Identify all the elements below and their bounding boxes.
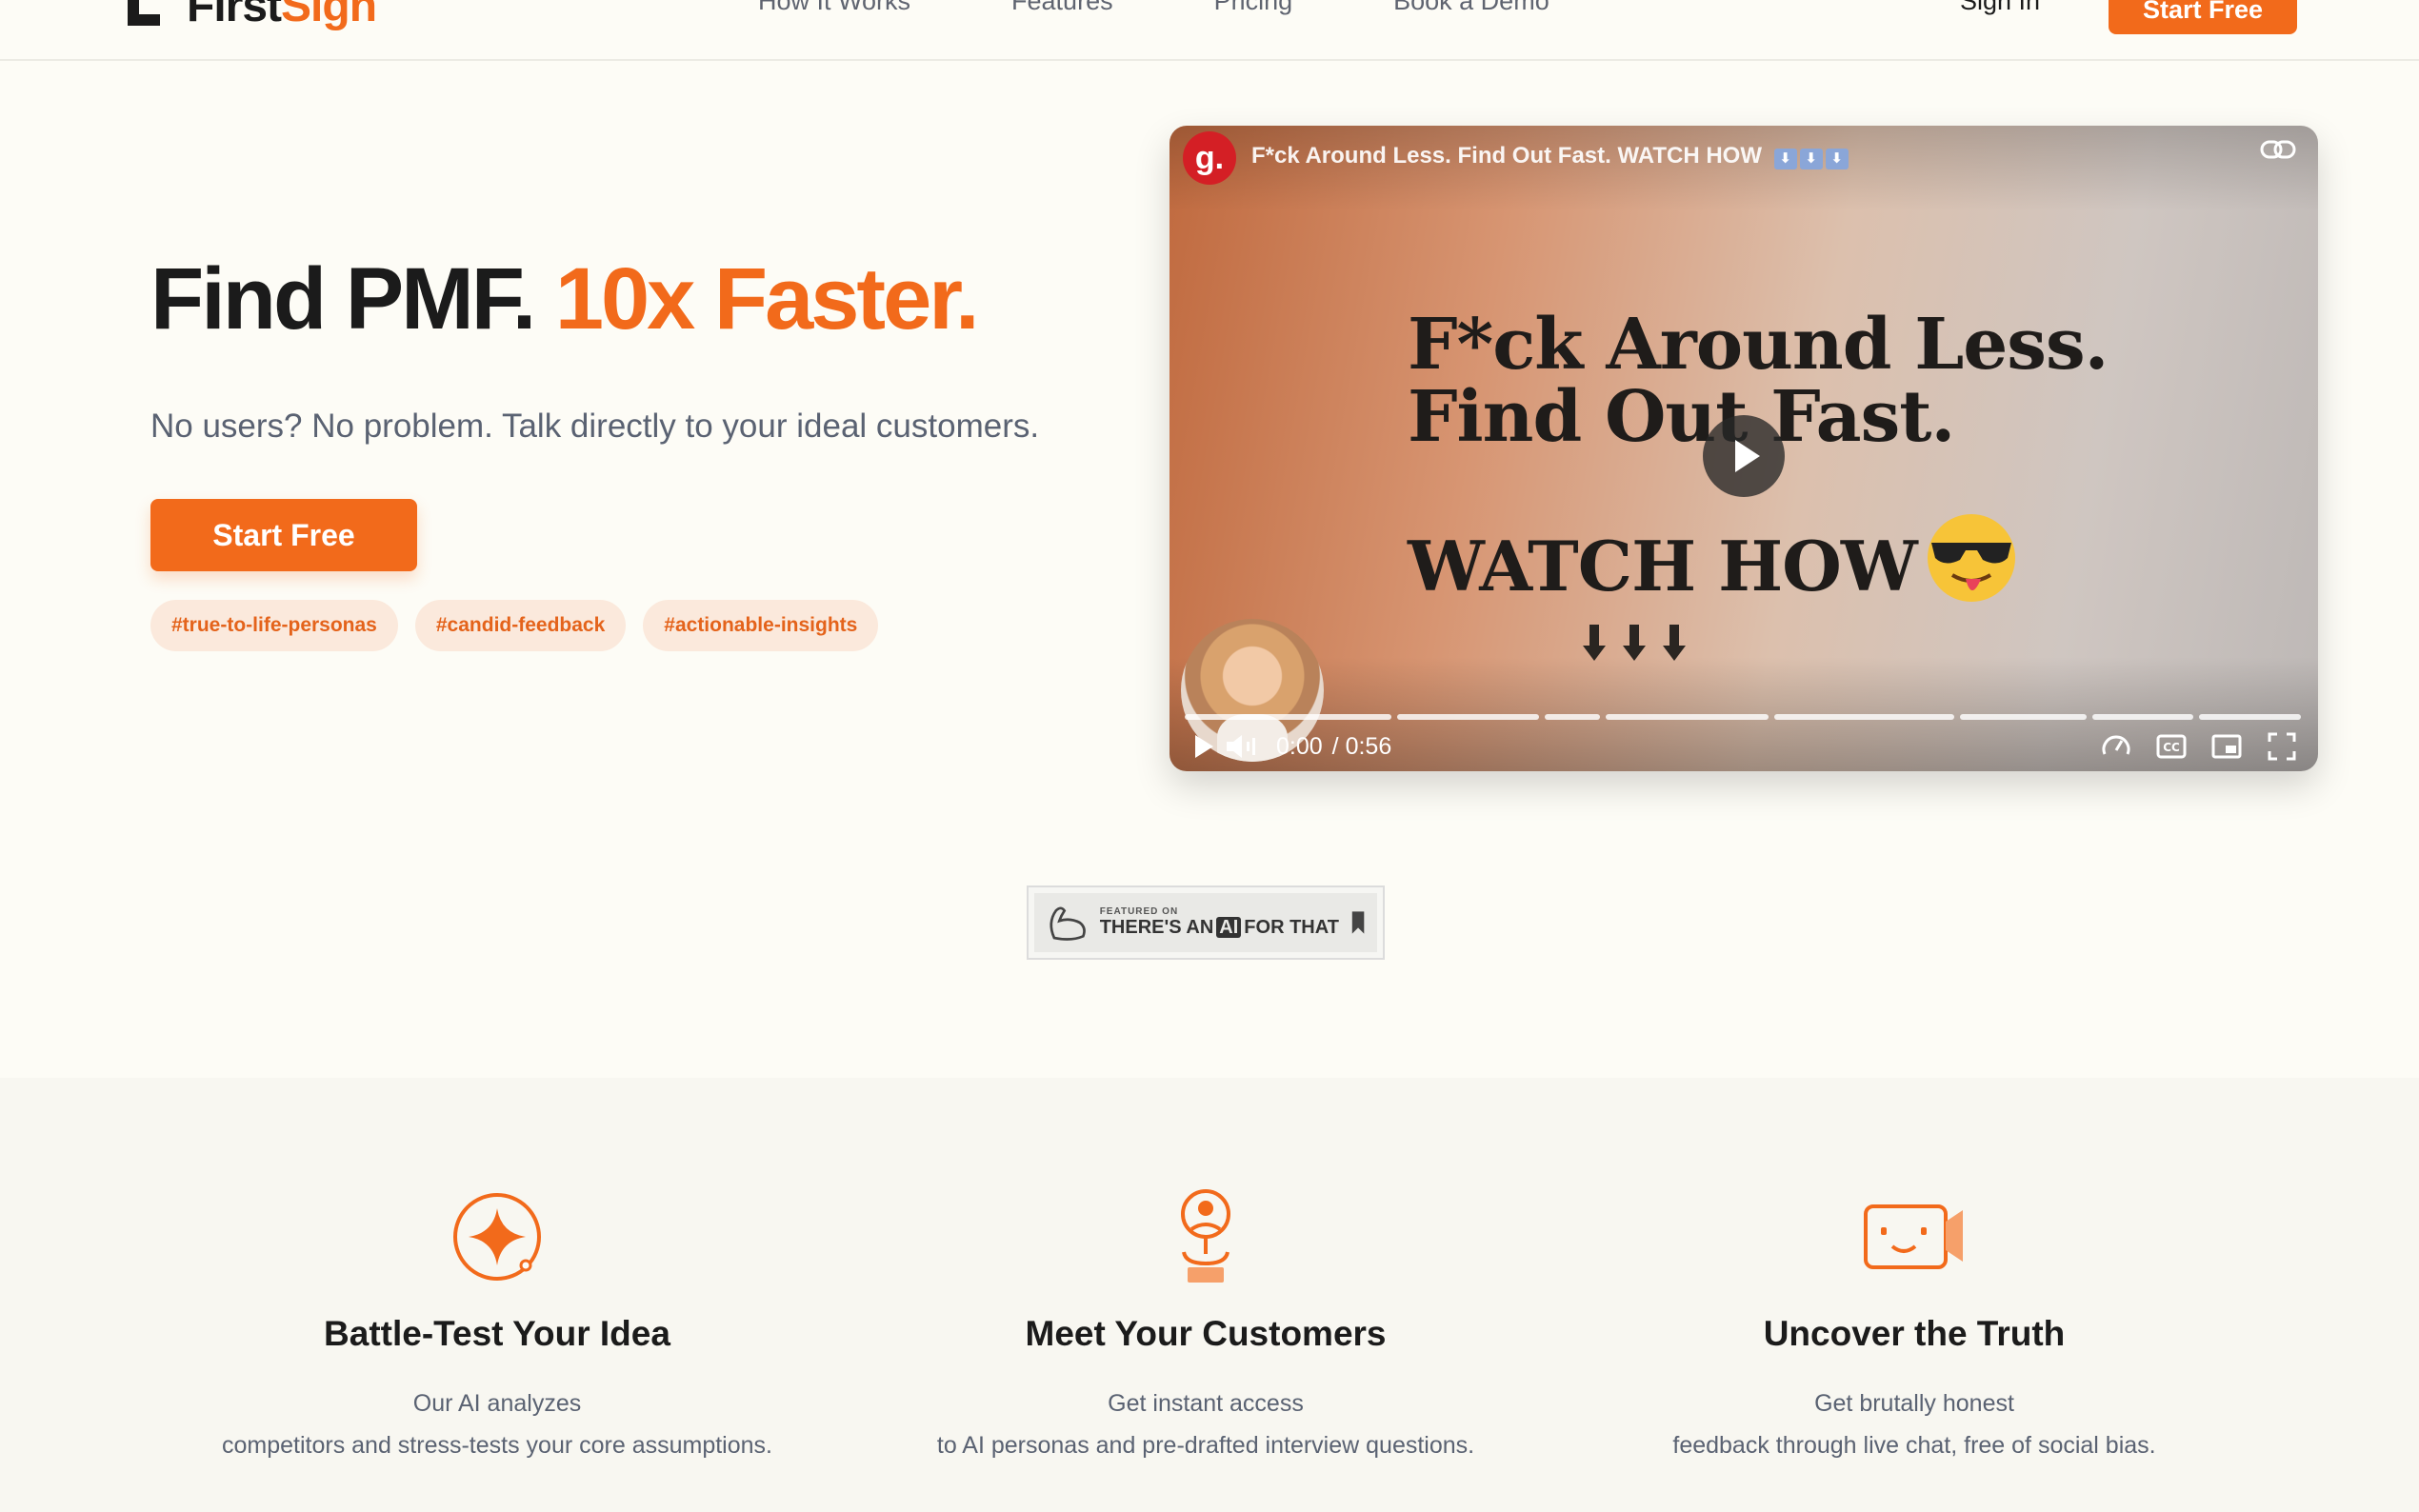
featured-badge[interactable]: FEATURED ON THERE'S AN AI FOR THAT (1027, 885, 1385, 960)
down-arrow-icon: ⬇ (1825, 149, 1849, 169)
features-section: Battle-Test Your Idea Our AI analyzes co… (0, 1078, 2419, 1512)
brand-logo[interactable]: FirstSign (124, 0, 377, 34)
featured-badge-part1: THERE'S AN (1099, 917, 1214, 938)
feature-title: Uncover the Truth (1763, 1314, 2066, 1353)
fullscreen-icon[interactable] (2263, 727, 2301, 766)
video-down-arrows (1581, 625, 1688, 663)
progress-chapter[interactable] (1545, 714, 1600, 720)
speed-icon[interactable] (2097, 727, 2135, 766)
down-arrow-icon (1583, 625, 1606, 661)
progress-chapter[interactable] (1605, 714, 1769, 720)
hero-title-main: Find PMF. (150, 250, 536, 348)
video-chat-icon (1552, 1184, 2276, 1289)
big-play-button[interactable] (1703, 415, 1785, 497)
main-nav: How It Works Features Pricing Book a Dem… (758, 0, 1549, 16)
feature-uncover-truth: Uncover the Truth Get brutally honest fe… (1552, 1184, 2276, 1466)
progress-chapter[interactable] (1773, 714, 1954, 720)
feature-description: Our AI analyzes competitors and stress-t… (135, 1383, 859, 1466)
tag-actionable-insights: #actionable-insights (643, 600, 879, 651)
bookmark-icon (1351, 911, 1365, 934)
volume-icon[interactable] (1223, 727, 1261, 766)
progress-chapter[interactable] (1959, 714, 2088, 720)
video-title: F*ck Around Less. Find Out Fast. WATCH H… (1251, 143, 1851, 169)
hero-start-free-button[interactable]: Start Free (150, 499, 417, 571)
hero-subtitle: No users? No problem. Talk directly to y… (150, 408, 1040, 445)
progress-chapter[interactable] (1185, 714, 1391, 720)
featured-badge-big: THERE'S AN AI FOR THAT (1100, 917, 1339, 939)
brand-name: FirstSign (187, 0, 377, 32)
hero-title: Find PMF. 10x Faster. (150, 255, 980, 343)
nav-pricing[interactable]: Pricing (1214, 0, 1293, 16)
featured-badge-text: FEATURED ON THERE'S AN AI FOR THAT (1100, 906, 1339, 939)
video-watch-how: WATCH HOW (1408, 526, 1918, 607)
time-total: / 0:56 (1331, 732, 1392, 760)
featured-badge-inner: FEATURED ON THERE'S AN AI FOR THAT (1034, 893, 1377, 952)
persona-icon (844, 1184, 1568, 1289)
featured-badge-ai: AI (1216, 917, 1242, 938)
captions-icon[interactable]: CC (2152, 727, 2190, 766)
video-title-emoji: ⬇ ⬇ ⬇ (1773, 143, 1851, 169)
feature-description-line2: competitors and stress-tests your core a… (221, 1432, 772, 1459)
video-progress-bar[interactable] (1185, 714, 2301, 720)
brand-name-first: First (187, 0, 282, 31)
progress-chapter[interactable] (1396, 714, 1540, 720)
arm-flex-icon (1050, 906, 1086, 941)
feature-title: Battle-Test Your Idea (324, 1314, 670, 1353)
video-controls: 0:00 / 0:56 CC (1185, 726, 2301, 767)
nav-book-demo[interactable]: Book a Demo (1393, 0, 1549, 16)
sparkle-icon (135, 1184, 859, 1289)
down-arrow-icon (1623, 625, 1646, 661)
feature-description-line1: Get instant access (1108, 1390, 1304, 1417)
down-arrow-icon: ⬇ (1773, 149, 1797, 169)
feature-description: Get brutally honest feedback through liv… (1552, 1383, 2276, 1466)
sunglasses-tongue-emoji-icon (1924, 510, 2019, 610)
feature-description: Get instant access to AI personas and pr… (844, 1383, 1568, 1466)
brand-name-sign: Sign (281, 0, 377, 31)
header-start-free-button[interactable]: Start Free (2109, 0, 2297, 34)
down-arrow-icon (1663, 625, 1686, 661)
video-title-text: F*ck Around Less. Find Out Fast. WATCH H… (1251, 143, 1763, 169)
sign-in-link[interactable]: Sign In (1960, 0, 2040, 16)
tag-personas: #true-to-life-personas (150, 600, 398, 651)
svg-text:CC: CC (2163, 741, 2180, 754)
site-header: FirstSign How It Works Features Pricing … (0, 0, 2419, 61)
link-icon[interactable] (2259, 137, 2297, 167)
hero-title-accent: 10x Faster. (554, 250, 980, 348)
nav-how-it-works[interactable]: How It Works (758, 0, 910, 16)
video-controls-right: CC (2097, 727, 2301, 766)
channel-logo[interactable]: g. (1183, 131, 1236, 185)
nav-features[interactable]: Features (1011, 0, 1113, 16)
feature-description-line1: Get brutally honest (1814, 1390, 2014, 1417)
feature-description-line2: feedback through live chat, free of soci… (1672, 1432, 2156, 1459)
time-current: 0:00 (1276, 732, 1323, 760)
feature-description-line1: Our AI analyzes (412, 1390, 582, 1417)
logo-mark-icon (124, 0, 166, 30)
tag-candid-feedback: #candid-feedback (414, 600, 627, 651)
video-headline-line1: F*ck Around Less. (1408, 304, 2109, 386)
featured-badge-small: FEATURED ON (1099, 906, 1179, 917)
video-player[interactable]: g. F*ck Around Less. Find Out Fast. WATC… (1170, 126, 2318, 771)
feature-meet-customers: Meet Your Customers Get instant access t… (844, 1184, 1568, 1466)
video-time: 0:00 / 0:56 (1276, 733, 1391, 761)
featured-badge-part2: FOR THAT (1244, 917, 1339, 938)
down-arrow-icon: ⬇ (1799, 149, 1823, 169)
feature-description-line2: to AI personas and pre-drafted interview… (936, 1432, 1475, 1459)
pip-icon[interactable] (2208, 727, 2246, 766)
hero-tags: #true-to-life-personas #candid-feedback … (150, 600, 879, 651)
progress-chapter[interactable] (2198, 714, 2301, 720)
feature-title: Meet Your Customers (1025, 1314, 1387, 1353)
play-icon[interactable] (1185, 727, 1223, 766)
feature-battle-test: Battle-Test Your Idea Our AI analyzes co… (135, 1184, 859, 1466)
progress-chapter[interactable] (2092, 714, 2193, 720)
